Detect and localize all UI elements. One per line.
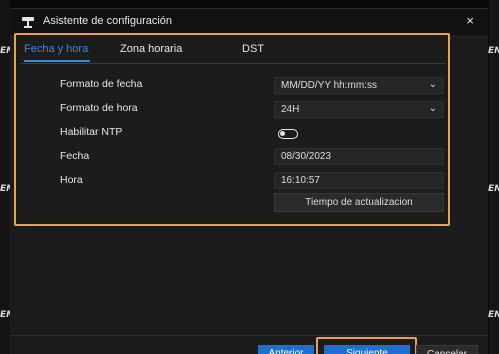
ntp-label: Habilitar NTP (60, 126, 123, 138)
time-format-label: Formato de hora (60, 102, 138, 114)
tab-dst[interactable]: DST (242, 43, 264, 55)
date-time-panel: Fecha y hora Zona horaria DST Formato de… (14, 33, 450, 226)
cancel-button[interactable]: Cancelar (416, 345, 478, 354)
tab-fecha-y-hora[interactable]: Fecha y hora (24, 43, 88, 55)
setup-wizard-dialog: Asistente de configuración × Fecha y hor… (10, 8, 488, 354)
close-icon[interactable]: × (466, 13, 474, 28)
ntp-toggle[interactable] (278, 129, 298, 139)
chevron-down-icon: ⌄ (428, 103, 437, 114)
date-label: Fecha (60, 150, 90, 162)
tab-divider (20, 63, 446, 64)
chevron-down-icon: ⌄ (428, 79, 437, 90)
toggle-knob (280, 131, 285, 136)
previous-button[interactable]: Anterior (258, 345, 314, 354)
window-title: Asistente de configuración (43, 15, 173, 27)
date-field[interactable]: 08/30/2023 (274, 148, 444, 165)
time-format-value: 24H (281, 104, 300, 115)
footer-divider (10, 335, 488, 336)
watermark-right: EN (488, 310, 499, 320)
date-format-label: Formato de fecha (60, 78, 143, 90)
date-format-select[interactable]: MM/DD/YY hh:mm:ss ⌄ (274, 77, 444, 94)
watermark-right: EN (488, 46, 499, 56)
active-tab-indicator (24, 60, 90, 62)
camera-icon (22, 17, 34, 28)
time-value: 16:10:57 (281, 175, 320, 186)
watermark-right: EN (488, 184, 499, 194)
next-button-highlight (316, 337, 417, 354)
date-format-value: MM/DD/YY hh:mm:ss (281, 80, 377, 91)
tab-zona-horaria[interactable]: Zona horaria (120, 43, 182, 55)
time-field[interactable]: 16:10:57 (274, 172, 444, 189)
time-label: Hora (60, 174, 83, 186)
title-bar: Asistente de configuración × (10, 9, 488, 35)
date-value: 08/30/2023 (281, 151, 332, 162)
update-time-button[interactable]: Tiempo de actualizacion (274, 193, 444, 212)
time-format-select[interactable]: 24H ⌄ (274, 101, 444, 118)
